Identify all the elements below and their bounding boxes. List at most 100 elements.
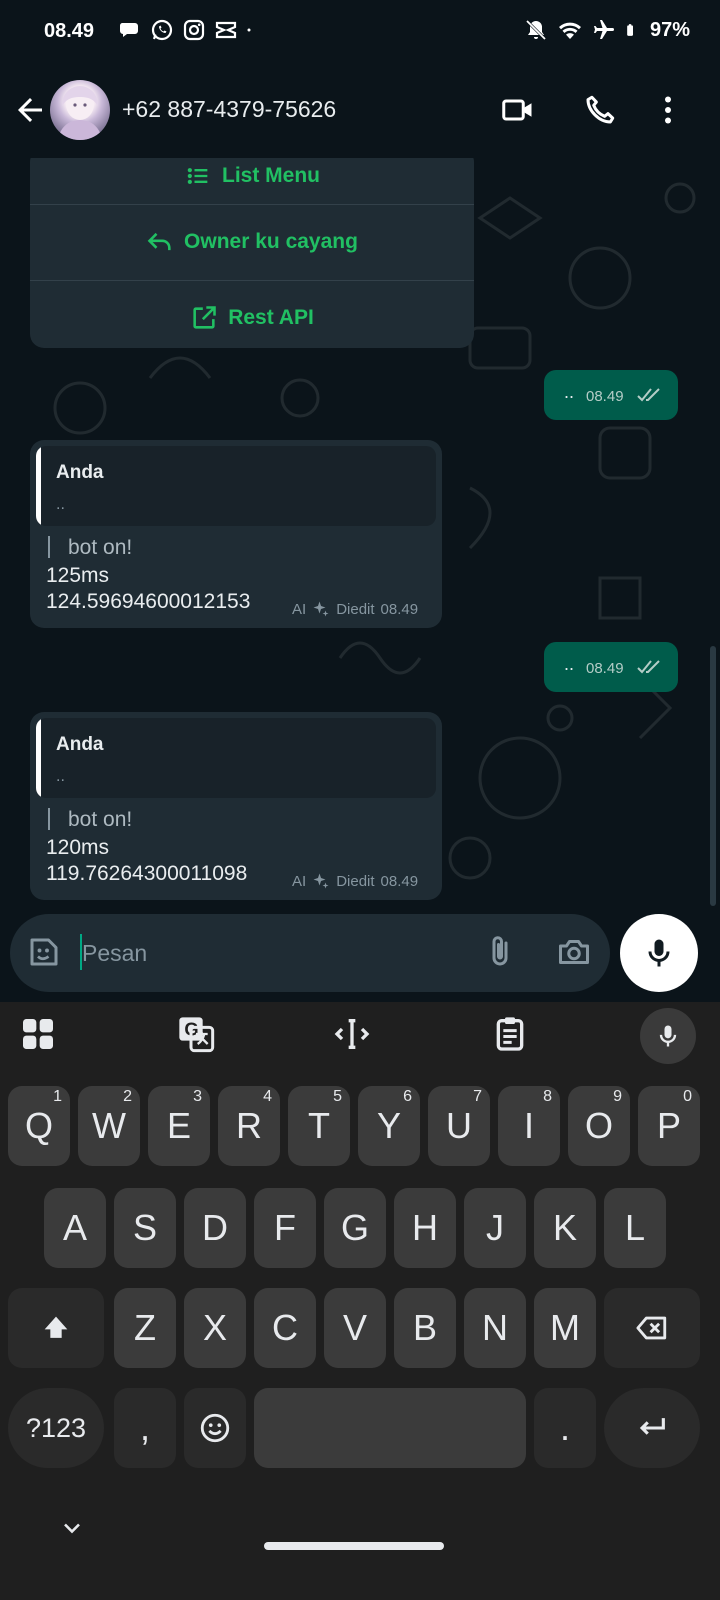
battery-percent: 97%	[649, 18, 690, 41]
keyboard: G Q1 W2 E3 R4 T5 Y6 U7 I8 O9 P0 A S D F …	[0, 1002, 720, 1600]
double-check-icon	[637, 660, 660, 674]
message-line: bot on!	[68, 536, 133, 559]
key-n[interactable]: N	[464, 1288, 526, 1368]
quoted-message[interactable]: Anda ..	[36, 718, 436, 798]
message-text: ..	[564, 382, 575, 402]
key-p[interactable]: P0	[638, 1086, 700, 1166]
quoted-message[interactable]: Anda ..	[36, 446, 436, 526]
menu-item-label: Rest API	[228, 306, 314, 329]
message-composer	[10, 914, 610, 992]
key-f[interactable]: F	[254, 1188, 316, 1268]
chat-scrollbar[interactable]	[710, 646, 716, 906]
key-w[interactable]: W2	[78, 1086, 140, 1166]
menu-item-label: List Menu	[222, 164, 320, 187]
home-indicator[interactable]	[264, 1542, 444, 1550]
key-j[interactable]: J	[464, 1188, 526, 1268]
reply-icon	[147, 232, 171, 251]
menu-card: List Menu Owner ku cayang Rest API	[30, 158, 474, 348]
key-k[interactable]: K	[534, 1188, 596, 1268]
message-meta: AI Diedit 08.49	[292, 600, 418, 618]
video-call-icon[interactable]	[500, 92, 536, 128]
back-arrow-icon[interactable]	[12, 92, 48, 128]
phone-call-icon[interactable]	[582, 92, 618, 128]
key-r[interactable]: R4	[218, 1086, 280, 1166]
menu-item-owner[interactable]: Owner ku cayang	[30, 204, 474, 280]
key-a[interactable]: A	[44, 1188, 106, 1268]
wifi-icon	[558, 22, 581, 39]
battery-icon	[627, 24, 633, 36]
ai-label: AI	[292, 872, 307, 890]
enter-icon	[639, 1418, 665, 1435]
system-icons: 97%	[524, 18, 690, 42]
period-key[interactable]: .	[534, 1388, 596, 1468]
attach-icon[interactable]	[482, 934, 518, 970]
key-v[interactable]: V	[324, 1288, 386, 1368]
message-input[interactable]	[82, 936, 462, 970]
menu-item-rest-api[interactable]: Rest API	[30, 280, 474, 356]
apps-grid-icon[interactable]	[18, 1014, 58, 1054]
chevron-down-icon[interactable]	[58, 1514, 86, 1542]
key-u[interactable]: U7	[428, 1086, 490, 1166]
outgoing-message[interactable]: .. 08.49	[544, 642, 678, 692]
shift-icon	[44, 1316, 68, 1338]
keyboard-voice-button[interactable]	[640, 1008, 696, 1064]
contact-name[interactable]: +62 887-4379-75626	[122, 96, 336, 123]
emoji-key[interactable]	[184, 1388, 246, 1468]
incoming-message[interactable]: Anda .. bot on! 120ms 119.76264300011098…	[30, 712, 442, 900]
key-g[interactable]: G	[324, 1188, 386, 1268]
key-d[interactable]: D	[184, 1188, 246, 1268]
key-t[interactable]: T5	[288, 1086, 350, 1166]
clipboard-icon[interactable]	[490, 1014, 530, 1054]
space-key[interactable]	[254, 1388, 526, 1468]
avatar[interactable]	[50, 80, 110, 140]
key-i[interactable]: I8	[498, 1086, 560, 1166]
camera-icon[interactable]	[556, 934, 592, 970]
key-y[interactable]: Y6	[358, 1086, 420, 1166]
ai-sparkle-icon	[313, 873, 329, 889]
voice-record-button[interactable]	[620, 914, 698, 992]
key-z[interactable]: Z	[114, 1288, 176, 1368]
edited-label: Diedit	[336, 600, 375, 618]
quote-author: Anda	[56, 462, 104, 483]
ai-label: AI	[292, 600, 307, 618]
quote-text: ..	[56, 496, 65, 513]
double-check-icon	[637, 388, 660, 402]
capcut-icon	[215, 21, 237, 39]
sticker-icon[interactable]	[26, 934, 62, 970]
key-q[interactable]: Q1	[8, 1086, 70, 1166]
message-time: 08.49	[380, 600, 419, 618]
comma-key[interactable]: ,	[114, 1388, 176, 1468]
key-s[interactable]: S	[114, 1188, 176, 1268]
more-vert-icon[interactable]	[650, 92, 686, 128]
ai-sparkle-icon	[313, 601, 329, 617]
symbols-key[interactable]: ?123	[8, 1388, 104, 1468]
quote-text: ..	[56, 768, 65, 785]
shift-key[interactable]	[8, 1288, 104, 1368]
key-x[interactable]: X	[184, 1288, 246, 1368]
status-bar: 08.49 97%	[0, 0, 720, 62]
key-h[interactable]: H	[394, 1188, 456, 1268]
key-c[interactable]: C	[254, 1288, 316, 1368]
backspace-key[interactable]	[604, 1288, 700, 1368]
external-link-icon	[193, 306, 216, 329]
message-time: 08.49	[586, 660, 624, 677]
key-o[interactable]: O9	[568, 1086, 630, 1166]
chat-header: +62 887-4379-75626	[0, 62, 720, 158]
notification-icons	[118, 18, 258, 42]
incoming-message[interactable]: Anda .. bot on! 125ms 124.59694600012153…	[30, 440, 442, 628]
key-l[interactable]: L	[604, 1188, 666, 1268]
whatsapp-icon	[151, 19, 173, 41]
key-b[interactable]: B	[394, 1288, 456, 1368]
outgoing-message[interactable]: .. 08.49	[544, 370, 678, 420]
menu-item-label: Owner ku cayang	[184, 230, 358, 253]
airplane-icon	[593, 20, 614, 39]
message-line: bot on!	[68, 808, 133, 831]
chat-area[interactable]: List Menu Owner ku cayang Rest API .. 08…	[0, 158, 720, 914]
translate-icon[interactable]: G	[176, 1014, 216, 1054]
text-cursor-control-icon[interactable]	[332, 1014, 372, 1054]
quote-bar	[36, 718, 41, 798]
key-m[interactable]: M	[534, 1288, 596, 1368]
emoji-icon	[200, 1413, 230, 1443]
enter-key[interactable]	[604, 1388, 700, 1468]
key-e[interactable]: E3	[148, 1086, 210, 1166]
